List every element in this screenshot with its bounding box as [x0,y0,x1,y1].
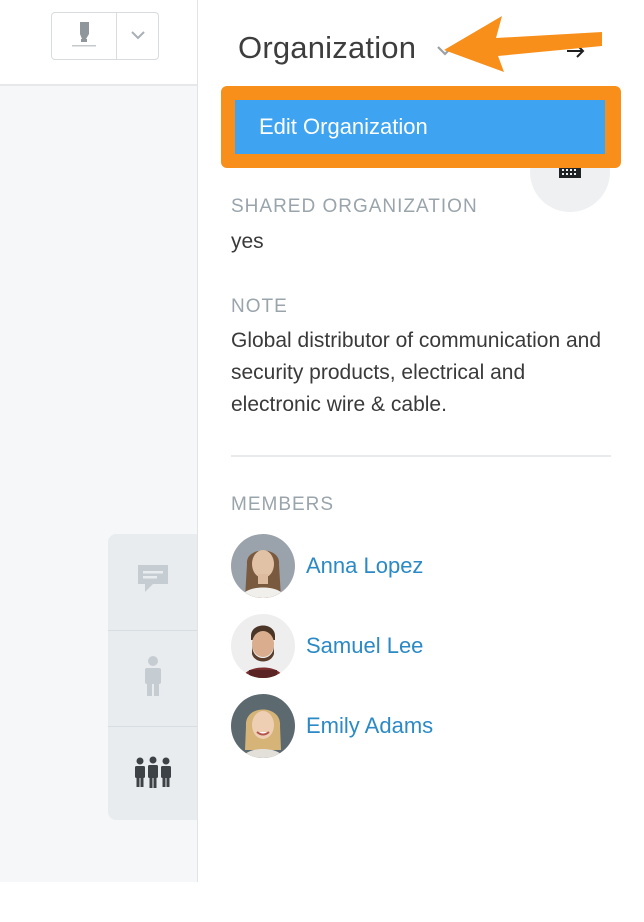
organization-action-menu: Edit Organization [221,86,621,168]
avatar [231,694,295,758]
person-icon [144,655,162,701]
note-value: Global distributor of communication and … [231,329,602,416]
members-label: MEMBERS [231,494,335,515]
chat-bubble-icon [137,564,169,599]
member-item[interactable]: Samuel Lee [231,614,611,678]
member-item[interactable]: Anna Lopez [231,534,611,598]
shared-organization-label: SHARED ORGANIZATION [231,196,478,217]
organization-sidebar: Organization Edit Organization SHARED OR… [197,0,644,882]
member-item[interactable]: Emily Adams [231,694,611,758]
tab-customer[interactable] [108,630,197,725]
edit-organization-menu-item[interactable]: Edit Organization [235,100,605,154]
avatar [231,614,295,678]
member-name[interactable]: Anna Lopez [306,553,423,579]
group-icon [134,755,172,794]
annotation-arrow-icon [444,16,602,72]
highlighter-icon [69,18,99,55]
tab-organization[interactable] [108,726,197,821]
shared-organization-value: yes [231,230,264,253]
highlighter-button[interactable] [52,13,117,59]
tab-conversation[interactable] [108,534,197,629]
main-pane [0,0,197,882]
main-header [0,0,197,86]
edit-split-button [51,12,159,60]
divider [231,455,611,457]
note-label: NOTE [231,296,288,317]
chevron-down-icon [130,27,146,45]
member-name[interactable]: Emily Adams [306,713,433,739]
sidebar-title[interactable]: Organization [238,30,416,66]
edit-dropdown-button[interactable] [117,13,158,59]
member-name[interactable]: Samuel Lee [306,633,423,659]
sidebar-tab-rail [108,534,197,820]
avatar [231,534,295,598]
